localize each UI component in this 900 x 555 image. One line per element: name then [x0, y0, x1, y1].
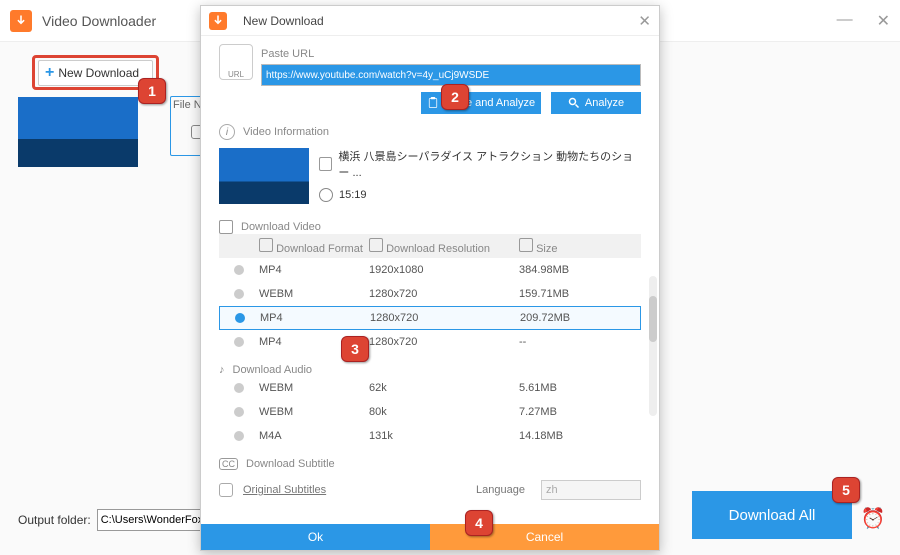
output-folder-label: Output folder: [18, 513, 91, 527]
audio-icon: ♪ [219, 364, 225, 376]
language-select[interactable] [541, 480, 641, 500]
language-label: Language [476, 484, 525, 496]
video-format-row[interactable]: MP41280x720-- [219, 330, 641, 354]
analyze-button[interactable]: Analyze [551, 92, 641, 114]
output-folder-input[interactable] [97, 509, 207, 531]
clipboard-icon [427, 97, 439, 109]
download-video-header: Download Video [219, 220, 641, 234]
download-audio-header: ♪ Download Audio [219, 364, 641, 376]
callout-4: 4 [465, 510, 493, 536]
dialog-titlebar: New Download ✕ [201, 6, 659, 36]
radio-icon [234, 383, 244, 393]
output-folder-row: Output folder: [18, 509, 207, 531]
paste-and-analyze-button[interactable]: Paste and Analyze [421, 92, 541, 114]
callout-3: 3 [341, 336, 369, 362]
queue-thumbnail[interactable] [18, 97, 138, 167]
audio-format-row[interactable]: M4A131k14.18MB [219, 424, 641, 448]
callout-5: 5 [832, 477, 860, 503]
app-title: Video Downloader [42, 13, 156, 29]
close-button[interactable]: ✕ [877, 11, 890, 31]
url-page-icon: URL [219, 44, 253, 80]
dialog-title: New Download [243, 14, 324, 28]
dialog-logo-icon [209, 12, 227, 30]
alarm-icon[interactable]: ⏰ [860, 505, 886, 531]
size-icon [519, 238, 533, 252]
plus-icon: + [45, 64, 54, 82]
video-table-header: Download Format Download Resolution Size [219, 234, 641, 258]
file-name-label: File N [173, 99, 202, 111]
clock-icon [319, 188, 333, 202]
ok-button[interactable]: Ok [201, 524, 430, 550]
dialog-scrollbar[interactable] [649, 276, 657, 416]
new-download-button[interactable]: + New Download [38, 60, 153, 86]
format-icon [259, 238, 273, 252]
video-thumbnail [219, 148, 309, 204]
download-all-button[interactable]: Download All [692, 491, 852, 539]
download-subtitle-header: CC Download Subtitle [219, 458, 641, 470]
callout-2: 2 [441, 84, 469, 110]
video-duration: 15:19 [339, 189, 367, 201]
minimize-button[interactable]: — [837, 11, 853, 31]
video-title: 横浜 八景島シーパラダイス アトラクション 動物たちのショー ... [338, 148, 641, 180]
search-icon [568, 97, 580, 109]
doc-icon [319, 157, 332, 171]
radio-icon [234, 265, 244, 275]
video-icon [219, 220, 233, 234]
paste-url-label: Paste URL [261, 48, 641, 60]
radio-icon [234, 407, 244, 417]
url-input[interactable] [261, 64, 641, 86]
new-download-label: New Download [58, 66, 139, 80]
dialog-close-button[interactable]: ✕ [638, 12, 651, 30]
info-icon: i [219, 124, 235, 140]
cc-icon: CC [219, 458, 238, 470]
radio-icon [234, 289, 244, 299]
original-subtitles-link[interactable]: Original Subtitles [243, 484, 326, 496]
new-download-dialog: New Download ✕ URL Paste URL Paste and A… [200, 5, 660, 551]
original-subtitles-checkbox[interactable] [219, 483, 233, 497]
app-logo-icon [10, 10, 32, 32]
video-format-row[interactable]: MP41280x720209.72MB [219, 306, 641, 330]
radio-icon [234, 337, 244, 347]
video-format-row[interactable]: WEBM1280x720159.71MB [219, 282, 641, 306]
resolution-icon [369, 238, 383, 252]
audio-format-row[interactable]: WEBM62k5.61MB [219, 376, 641, 400]
callout-1: 1 [138, 78, 166, 104]
video-format-row[interactable]: MP41920x1080384.98MB [219, 258, 641, 282]
video-information-header: i Video Information [219, 124, 641, 140]
radio-icon [234, 431, 244, 441]
radio-icon [235, 313, 245, 323]
audio-format-row[interactable]: WEBM80k7.27MB [219, 400, 641, 424]
